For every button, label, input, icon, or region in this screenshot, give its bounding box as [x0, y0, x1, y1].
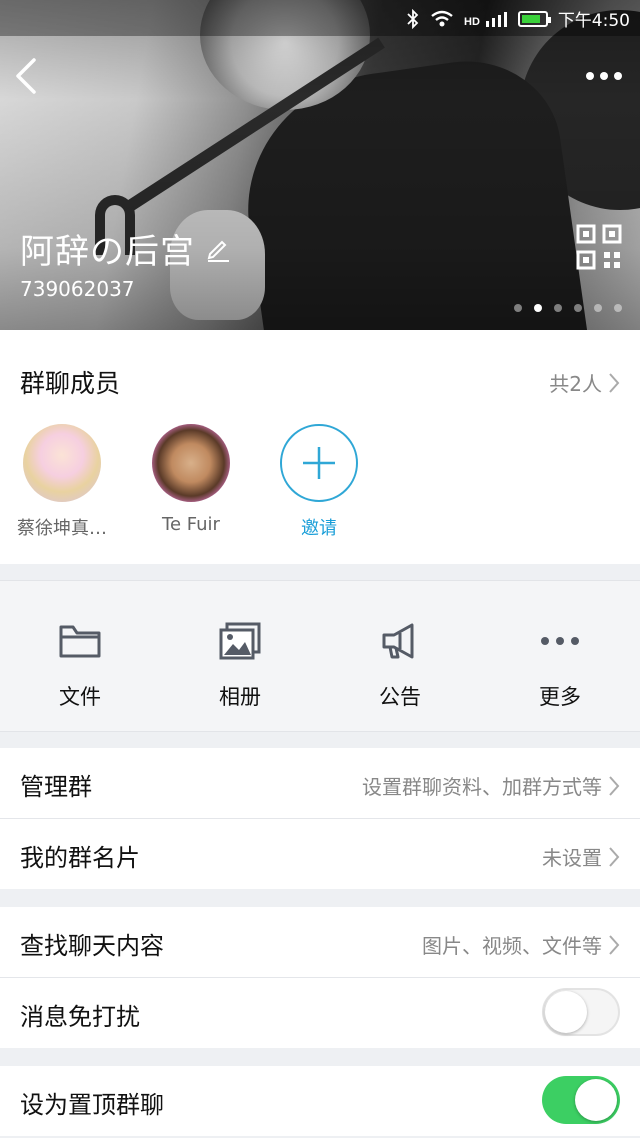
back-button[interactable]	[12, 56, 42, 96]
folder-icon	[59, 625, 101, 658]
album-icon	[219, 622, 261, 660]
page-dot	[594, 304, 602, 312]
do-not-disturb-toggle[interactable]	[542, 988, 620, 1036]
row-label: 设为置顶群聊	[20, 1091, 164, 1119]
invite-label: 邀请	[301, 518, 337, 539]
group-tools-grid: 文件 相册 公告 更多	[0, 580, 640, 732]
status-time: 下午4:50	[557, 11, 630, 31]
more-options-button[interactable]	[586, 66, 626, 86]
member-name: 蔡徐坤真…	[17, 518, 107, 539]
member-name: Te Fuir	[162, 514, 220, 535]
bluetooth-icon	[407, 8, 419, 29]
page-dot	[554, 304, 562, 312]
members-count: 共2人	[549, 372, 602, 396]
tool-announcement[interactable]: 公告	[320, 619, 480, 711]
dot	[586, 72, 594, 80]
page-dot	[574, 304, 582, 312]
group-members-section: 群聊成员 共2人 蔡徐坤真… Te Fuir 邀请	[0, 330, 640, 564]
row-label: 我的群名片	[20, 844, 140, 872]
chevron-right-icon	[609, 775, 620, 796]
pin-chat-row: 设为置顶群聊	[0, 1066, 640, 1136]
group-name: 阿辞の后宫	[20, 232, 195, 272]
megaphone-icon	[382, 623, 414, 659]
plus-icon	[303, 447, 335, 479]
battery-icon	[517, 10, 551, 27]
group-name-row[interactable]: 阿辞の后宫	[20, 224, 231, 273]
tool-label: 更多	[539, 685, 581, 709]
dot	[600, 72, 608, 80]
chevron-left-icon	[16, 58, 36, 94]
row-label: 管理群	[20, 773, 92, 801]
invite-button[interactable]: 邀请	[264, 424, 374, 540]
page-dot	[514, 304, 522, 312]
tool-label: 公告	[379, 685, 421, 709]
more-dots-icon	[541, 637, 579, 645]
member-item[interactable]: Te Fuir	[136, 424, 246, 535]
tool-more[interactable]: 更多	[480, 619, 640, 711]
chevron-right-icon	[609, 934, 620, 955]
my-group-card-row[interactable]: 我的群名片 未设置	[0, 819, 640, 889]
qr-code-icon[interactable]	[576, 224, 622, 270]
manage-group-row[interactable]: 管理群 设置群聊资料、加群方式等	[0, 748, 640, 818]
row-value: 设置群聊资料、加群方式等	[362, 775, 602, 799]
dot	[614, 72, 622, 80]
tool-label: 相册	[219, 685, 261, 709]
row-value: 图片、视频、文件等	[422, 934, 602, 958]
invite-circle	[280, 424, 358, 502]
avatar	[23, 424, 101, 502]
tool-files[interactable]: 文件	[0, 619, 160, 711]
page-dot	[614, 304, 622, 312]
tool-label: 文件	[59, 685, 101, 709]
group-id: 739062037	[20, 277, 135, 301]
tool-album[interactable]: 相册	[160, 619, 320, 711]
search-chat-content-row[interactable]: 查找聊天内容 图片、视频、文件等	[0, 907, 640, 977]
row-label: 查找聊天内容	[20, 932, 164, 960]
members-title: 群聊成员	[20, 369, 121, 398]
row-label: 消息免打扰	[20, 1003, 140, 1031]
chevron-right-icon	[609, 372, 620, 393]
signal-hd-icon: HD	[464, 11, 507, 28]
member-item[interactable]: 蔡徐坤真…	[7, 424, 117, 540]
svg-text:HD: HD	[464, 16, 480, 28]
members-count-link[interactable]: 共2人	[549, 368, 620, 397]
row-value: 未设置	[542, 846, 602, 870]
wifi-icon	[431, 10, 453, 26]
cover-page-indicator	[514, 304, 622, 312]
chevron-right-icon	[609, 846, 620, 867]
page-dot-active	[534, 304, 542, 312]
pin-chat-toggle[interactable]	[542, 1076, 620, 1124]
status-bar: HD 下午4:50	[0, 0, 640, 36]
edit-pencil-icon[interactable]	[205, 236, 231, 262]
avatar	[152, 424, 230, 502]
do-not-disturb-row: 消息免打扰	[0, 978, 640, 1048]
